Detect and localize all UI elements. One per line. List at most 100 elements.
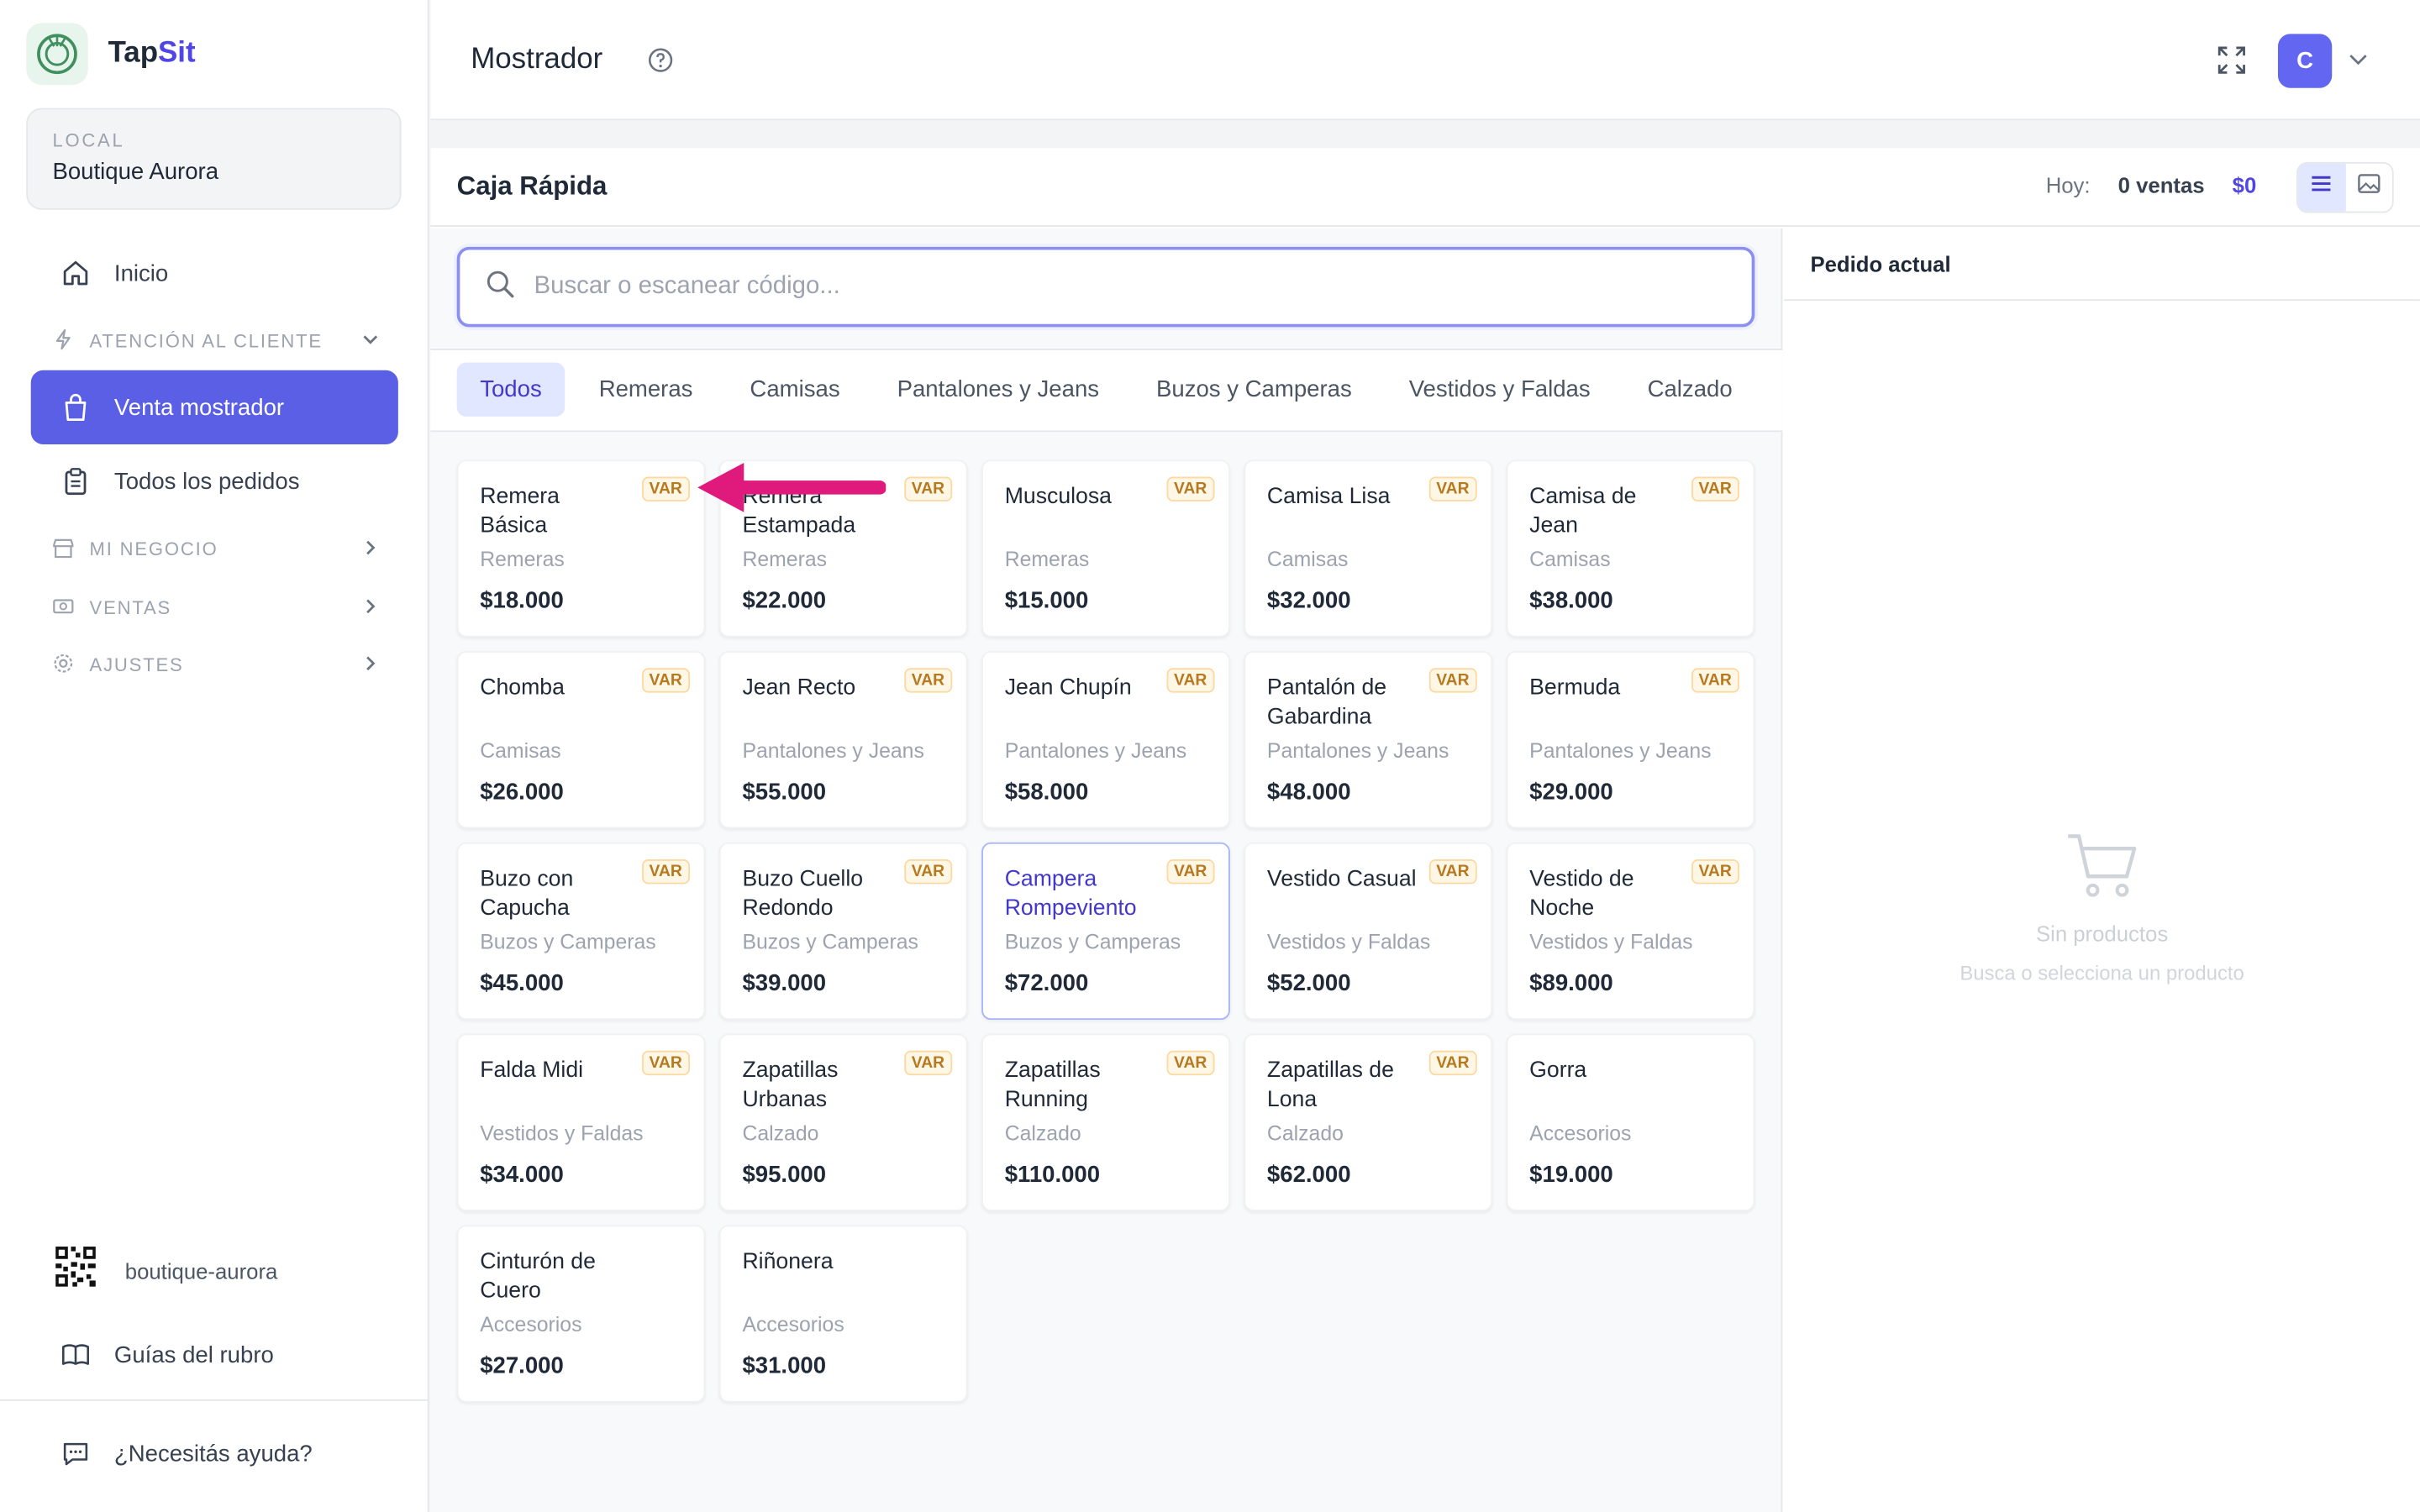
product-name: Riñonera (742, 1249, 834, 1275)
product-price: $31.000 (742, 1352, 827, 1380)
product-card[interactable]: Cinturón de Cuero Accesorios $27.000 (456, 1225, 706, 1403)
product-price: $95.000 (742, 1162, 827, 1189)
product-category: Pantalones y Jeans (1266, 738, 1449, 763)
product-card[interactable]: Chomba VAR Camisas $26.000 (456, 651, 706, 829)
local-selector[interactable]: LOCAL Boutique Aurora (26, 108, 402, 210)
product-card[interactable]: Zapatillas Running VAR Calzado $110.000 (981, 1033, 1230, 1211)
chevron-down-icon[interactable] (2348, 48, 2370, 77)
category-chip[interactable]: Pantalones y Jeans (874, 363, 1123, 417)
product-card[interactable]: Buzo con Capucha VAR Buzos y Camperas $45.0… (456, 842, 706, 1021)
category-chips: Todos Remeras Camisas Pantalones y Jeans Buz… (456, 362, 1783, 417)
chevron-right-icon (361, 596, 380, 620)
image-view-button[interactable] (2345, 164, 2392, 212)
sidebar-item-inicio[interactable]: Inicio (31, 236, 398, 310)
product-card[interactable]: Jean Recto VAR Pantalones y Jeans $55.000 (718, 651, 968, 829)
category-chip[interactable]: Remeras (576, 363, 716, 417)
section-label: MI NEGOCIO (89, 538, 218, 560)
product-price: $32.000 (1266, 587, 1351, 615)
product-card[interactable]: Campera Rompeviento VAR Buzos y Camperas $7… (981, 842, 1230, 1021)
category-chip[interactable]: Calzado (1624, 363, 1755, 417)
product-category: Vestidos y Faldas (480, 1121, 644, 1145)
product-card[interactable]: Pantalón de Gabardina VAR Pantalones y Jea… (1244, 651, 1493, 829)
variant-badge: VAR (903, 1050, 953, 1076)
sidebar-item-label: Inicio (113, 260, 169, 286)
product-card[interactable]: Zapatillas de Lona VAR Calzado $62.000 (1244, 1033, 1493, 1211)
product-category: Calzado (742, 1121, 819, 1145)
sidebar-section-atencion[interactable]: ATENCIÓN AL CLIENTE (52, 323, 379, 360)
sidebar-section-negocio[interactable]: MI NEGOCIO (52, 531, 379, 568)
product-card[interactable]: Falda Midi VAR Vestidos y Faldas $34.000 (456, 1033, 706, 1211)
product-card[interactable]: Musculosa VAR Remeras $15.000 (981, 459, 1230, 638)
product-price: $22.000 (742, 587, 827, 615)
annotation-arrow-icon (697, 463, 886, 512)
product-category: Buzos y Camperas (480, 930, 656, 954)
sidebar-item-todos-pedidos[interactable]: Todos los pedidos (31, 444, 398, 518)
product-card[interactable]: Vestido de Noche VAR Vestidos y Faldas $89.… (1506, 842, 1755, 1021)
product-card[interactable]: Bermuda VAR Pantalones y Jeans $29.000 (1506, 651, 1755, 829)
product-category: Camisas (1529, 548, 1611, 571)
variant-badge: VAR (903, 476, 953, 501)
chevron-right-icon (361, 538, 380, 561)
variant-badge: VAR (641, 1050, 691, 1076)
product-price: $26.000 (480, 779, 564, 806)
product-card[interactable]: Camisa de Jean VAR Camisas $38.000 (1506, 459, 1755, 638)
sidebar-item-guias[interactable]: Guías del rubro (31, 1318, 398, 1392)
product-price: $89.000 (1529, 970, 1613, 997)
product-card[interactable]: Vestido Casual VAR Vestidos y Faldas $52.00… (1244, 842, 1493, 1021)
sidebar-item-venta-mostrador[interactable]: Venta mostrador (30, 370, 398, 444)
product-category: Calzado (1266, 1121, 1344, 1145)
qr-store-link[interactable]: boutique-aurora (55, 1247, 277, 1294)
shopping-bag-icon (59, 391, 92, 424)
sidebar: TapSit LOCAL Boutique Aurora Inicio ATEN… (0, 0, 429, 1512)
product-category: Vestidos y Faldas (1529, 930, 1693, 954)
brand[interactable]: TapSit (26, 23, 196, 86)
home-icon (59, 256, 92, 290)
order-header: Pedido actual (1784, 228, 2420, 302)
product-card[interactable]: Gorra Accesorios $19.000 (1506, 1033, 1755, 1211)
sidebar-section-ajustes[interactable]: AJUSTES (52, 647, 379, 684)
view-toggle (2296, 161, 2394, 213)
product-price: $62.000 (1266, 1162, 1351, 1189)
product-card[interactable]: Riñonera Accesorios $31.000 (718, 1225, 968, 1403)
chevron-down-icon (361, 329, 380, 353)
avatar[interactable]: C (2277, 34, 2333, 88)
list-view-button[interactable] (2297, 163, 2345, 212)
product-price: $27.000 (480, 1352, 564, 1380)
category-chip[interactable]: Buzos y Camperas (1133, 363, 1375, 417)
product-card[interactable]: Zapatillas Urbanas VAR Calzado $95.000 (718, 1033, 968, 1211)
category-chip[interactable]: Vestidos y Faldas (1386, 363, 1613, 417)
search-box[interactable] (456, 246, 1755, 328)
fullscreen-icon[interactable] (2215, 43, 2249, 85)
empty-order-state: Sin productos Busca o selecciona un prod… (1784, 830, 2420, 984)
variant-badge: VAR (1165, 668, 1215, 693)
section-label: AJUSTES (89, 654, 184, 676)
product-area: TodosRemerasCamisasPantalones y JeansBuz… (430, 228, 1783, 1512)
sidebar-item-label: ¿Necesitás ayuda? (113, 1440, 313, 1467)
product-card[interactable]: Remera Básica VAR Remeras $18.000 (456, 459, 706, 638)
search-input[interactable] (534, 273, 1707, 302)
qr-code-icon (55, 1247, 96, 1294)
category-chip[interactable]: Camisas (727, 363, 863, 417)
sidebar-item-label: Guías del rubro (113, 1341, 274, 1368)
product-price: $29.000 (1529, 779, 1613, 806)
product-price: $58.000 (1004, 779, 1089, 806)
product-card[interactable]: Buzo Cuello Redondo VAR Buzos y Camperas $3… (718, 842, 968, 1021)
help-link[interactable]: ¿Necesitás ayuda? (31, 1416, 398, 1490)
chat-bubble-icon (59, 1436, 92, 1470)
variant-badge: VAR (641, 476, 691, 501)
product-category: Accesorios (480, 1313, 582, 1336)
product-category: Camisas (480, 738, 561, 763)
sidebar-section-ventas[interactable]: VENTAS (52, 590, 379, 627)
shopping-cart-icon (2065, 834, 2139, 907)
book-open-icon (59, 1337, 92, 1371)
list-icon (2309, 171, 2333, 204)
help-circle-icon[interactable] (647, 46, 675, 81)
product-category: Accesorios (742, 1313, 844, 1336)
product-card[interactable]: Jean Chupín VAR Pantalones y Jeans $58.000 (981, 651, 1230, 829)
product-price: $55.000 (742, 779, 827, 806)
product-card[interactable]: Camisa Lisa VAR Camisas $32.000 (1244, 459, 1493, 638)
category-chip[interactable]: Todos (456, 362, 566, 417)
product-category: Camisas (1266, 548, 1349, 571)
product-name: Cinturón de Cuero (480, 1249, 596, 1305)
category-chip[interactable]: Accesorios (1766, 363, 1782, 417)
